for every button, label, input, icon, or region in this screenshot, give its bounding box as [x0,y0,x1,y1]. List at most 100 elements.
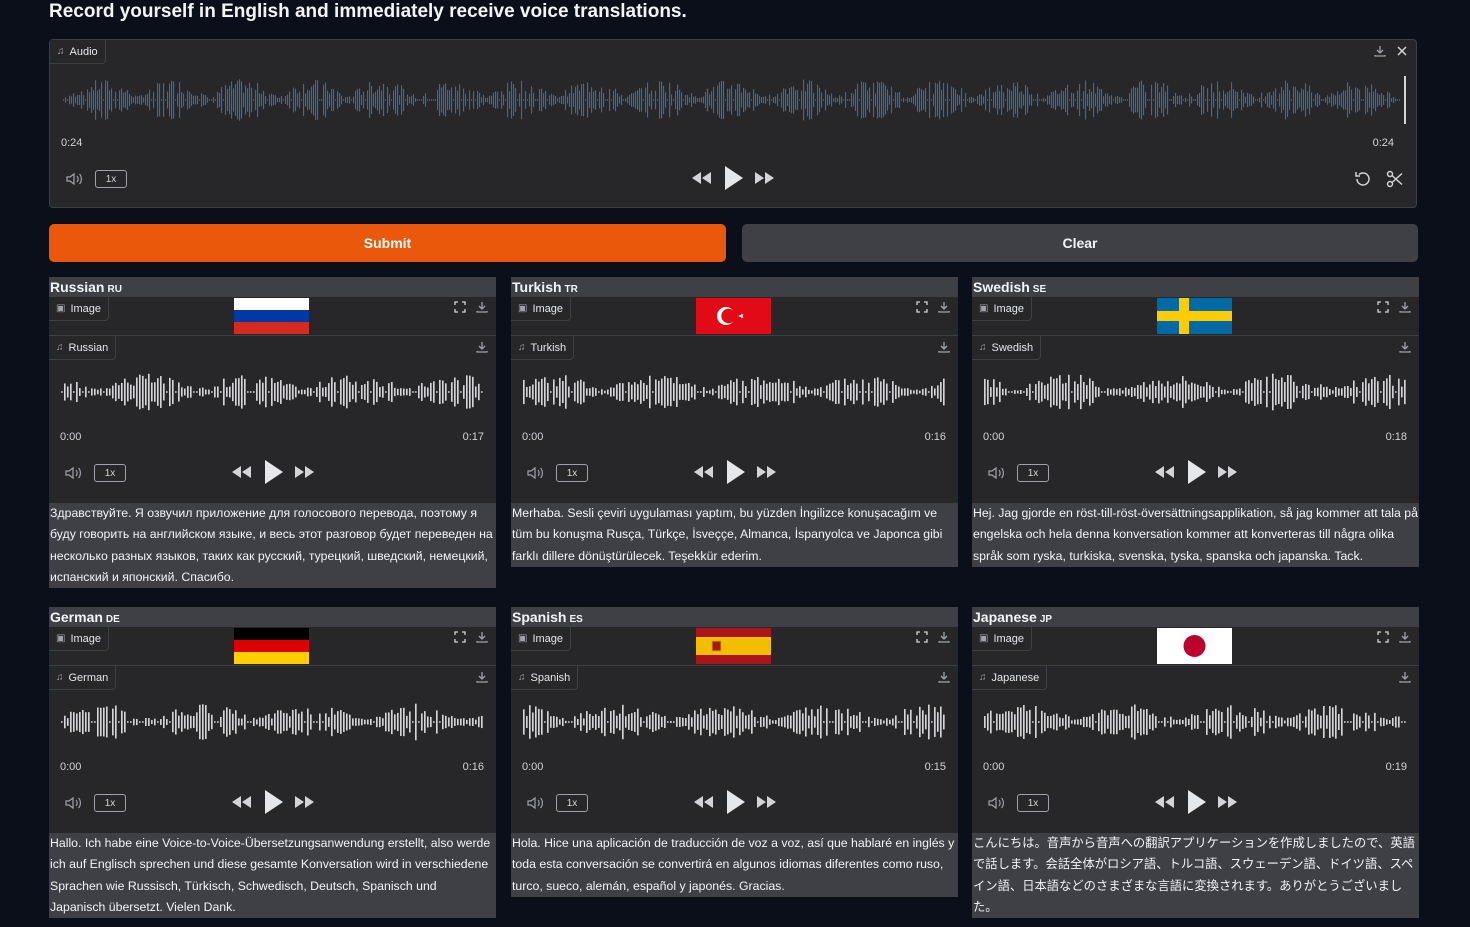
fast-forward-icon[interactable] [754,170,776,191]
volume-icon[interactable] [526,795,546,811]
waveform-bar [1323,99,1325,101]
download-icon[interactable] [474,629,490,645]
waveform-bar [658,380,660,404]
playback-speed-button[interactable]: 1x [1017,464,1049,482]
download-icon[interactable] [1397,669,1413,685]
fast-forward-icon[interactable] [294,464,316,485]
download-icon[interactable] [474,299,490,315]
fullscreen-icon[interactable] [914,299,930,315]
translated-waveform[interactable] [983,699,1407,745]
waveform-bar [103,99,105,101]
waveform-bar [1050,715,1052,729]
rewind-icon[interactable] [1153,794,1175,815]
waveform-bar [1296,385,1298,399]
download-icon[interactable] [936,299,952,315]
volume-icon[interactable] [65,171,85,187]
translated-waveform[interactable] [60,369,484,415]
waveform-bar [249,82,251,118]
waveform-bar [853,714,855,730]
download-icon[interactable] [1372,43,1388,59]
waveform-bar [223,378,225,406]
rewind-icon[interactable] [230,464,252,485]
play-icon[interactable] [722,165,744,196]
waveform-bar [1251,94,1253,106]
input-waveform[interactable] [62,74,1408,126]
waveform-bar [1401,721,1403,723]
waveform-bar [647,82,649,118]
download-icon[interactable] [936,669,952,685]
waveform-bar [159,83,161,117]
waveform-bar [409,96,411,104]
waveform-bar [1143,709,1145,735]
volume-icon[interactable] [987,795,1007,811]
playback-speed-button[interactable]: 1x [94,794,126,812]
waveform-bar [1073,93,1075,107]
fullscreen-icon[interactable] [452,629,468,645]
translated-waveform[interactable] [522,699,946,745]
download-icon[interactable] [474,669,490,685]
rewind-icon[interactable] [1153,464,1175,485]
audio-label-tag: ♫ Swedish [972,336,1042,360]
waveform-bar [1035,706,1037,738]
waveform-bar [885,85,887,115]
fast-forward-icon[interactable] [1217,794,1239,815]
translated-waveform[interactable] [522,369,946,415]
fullscreen-icon[interactable] [452,299,468,315]
waveform-bar [421,99,423,101]
download-icon[interactable] [936,339,952,355]
volume-icon[interactable] [64,795,84,811]
waveform-bar [1179,95,1181,105]
rewind-icon[interactable] [690,170,712,191]
waveform-bar [1386,719,1388,725]
play-icon[interactable] [724,789,746,820]
waveform-bar [883,83,885,117]
trim-scissors-icon[interactable] [1386,170,1404,193]
play-icon[interactable] [1185,789,1207,820]
download-icon[interactable] [1397,299,1413,315]
rewind-icon[interactable] [230,794,252,815]
volume-icon[interactable] [64,465,84,481]
translated-waveform[interactable] [983,369,1407,415]
playback-speed-button[interactable]: 1x [94,464,126,482]
fast-forward-icon[interactable] [756,794,778,815]
close-icon[interactable] [1394,43,1410,59]
waveform-bar [613,90,615,110]
volume-icon[interactable] [987,465,1007,481]
playback-speed-button[interactable]: 1x [1017,794,1049,812]
waveform-bar [595,90,597,110]
fast-forward-icon[interactable] [294,794,316,815]
play-icon[interactable] [262,789,284,820]
rewind-icon[interactable] [692,464,714,485]
time-start: 0:00 [60,761,82,773]
play-icon[interactable] [724,459,746,490]
waveform-bar [877,377,879,407]
playback-speed-button[interactable]: 1x [556,794,588,812]
waveform-bar [733,382,735,402]
play-icon[interactable] [1185,459,1207,490]
fullscreen-icon[interactable] [1375,299,1391,315]
download-icon[interactable] [1397,339,1413,355]
clear-button[interactable]: Clear [742,224,1418,262]
rewind-icon[interactable] [692,794,714,815]
download-icon[interactable] [1397,629,1413,645]
waveform-bar [996,713,998,731]
waveform-bar [411,95,413,105]
play-icon[interactable] [262,459,284,490]
submit-button[interactable]: Submit [49,224,726,262]
playback-speed-button[interactable]: 1x [95,170,127,188]
translated-waveform[interactable] [60,699,484,745]
download-icon[interactable] [936,629,952,645]
waveform-bar [1129,93,1131,107]
waveform-bar [319,713,321,731]
volume-icon[interactable] [526,465,546,481]
fullscreen-icon[interactable] [1375,629,1391,645]
waveform-bar [903,97,905,103]
fast-forward-icon[interactable] [1217,464,1239,485]
playback-speed-button[interactable]: 1x [556,464,588,482]
fast-forward-icon[interactable] [756,464,778,485]
waveform-bar [1251,383,1253,401]
reset-icon[interactable] [1354,170,1372,193]
fullscreen-icon[interactable] [914,629,930,645]
download-icon[interactable] [474,339,490,355]
waveform-bar [1255,99,1257,101]
